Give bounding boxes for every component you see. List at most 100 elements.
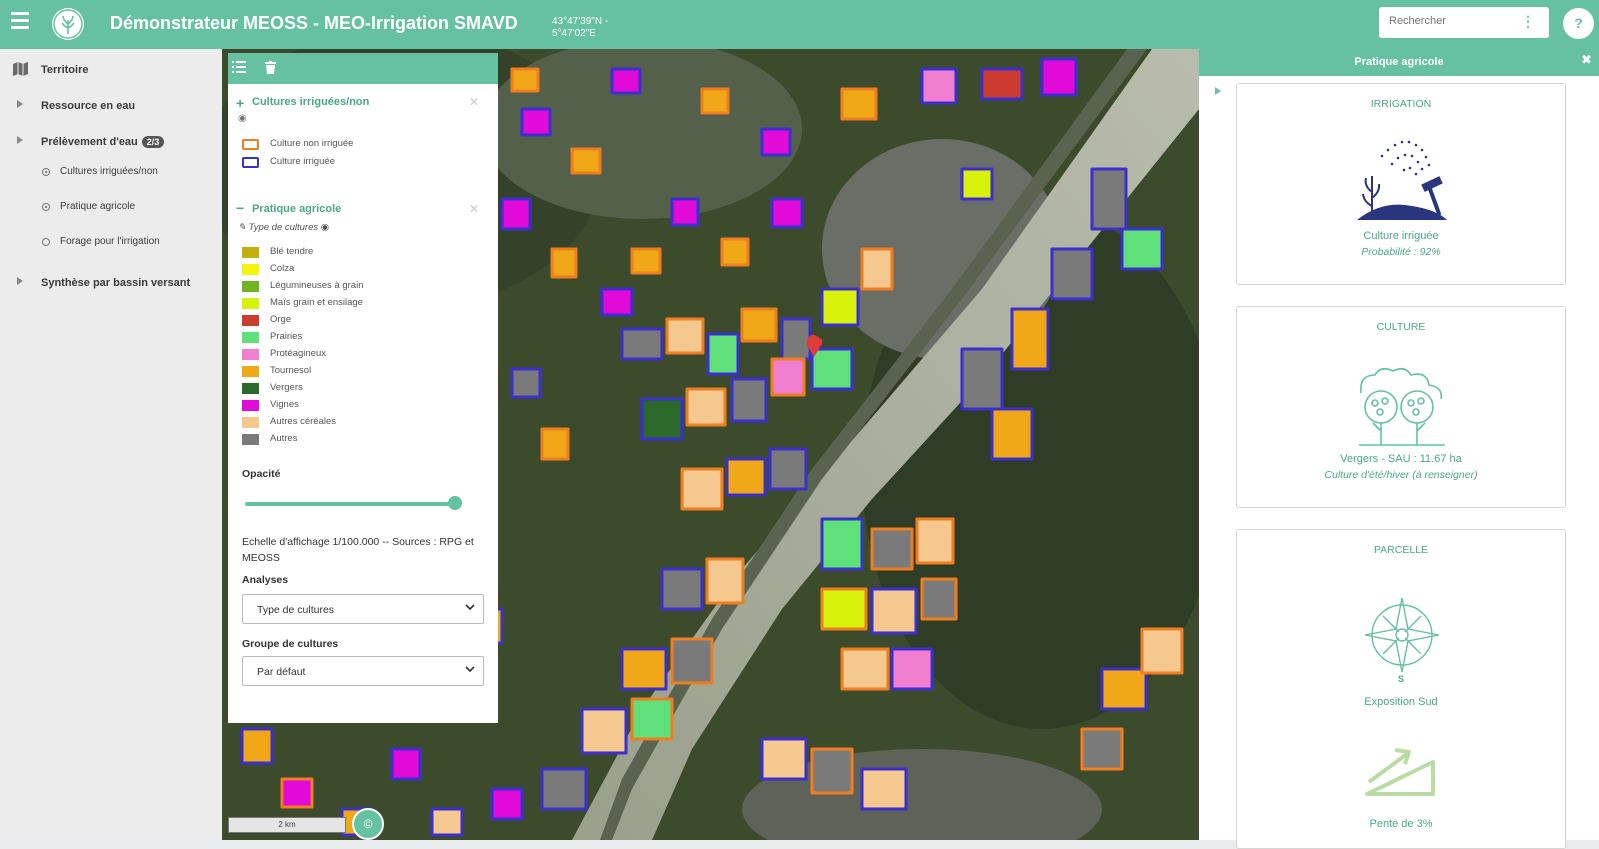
latitude-text: 43°47'39"N - [552,16,609,27]
compass-icon [1364,597,1440,673]
legend-swatch [242,383,259,394]
sidebar: Territoire Ressource en eau Prélèvement … [0,49,222,840]
legend-swatch [242,139,259,150]
sidebar-subitem-forage[interactable]: Forage pour l'irrigation [0,233,222,255]
legend-item-label: Vergers [270,382,303,393]
legend-swatch [242,417,259,428]
legend-swatch [242,366,259,377]
legend-section-collapse[interactable]: − [236,200,244,216]
card-title: IRRIGATION [1370,98,1432,110]
list-icon[interactable] [232,61,246,76]
info-panel-title: Pratique agricole [1354,56,1444,68]
sidebar-subitem-pratique-agricole[interactable]: Pratique agricole [0,198,222,220]
card-text: Exposition Sud [1364,696,1438,708]
legend-swatch [242,332,259,343]
sidebar-item-synthese[interactable]: Synthèse par bassin versant [0,268,222,298]
scale-bar: 2 km [228,817,346,833]
info-panel: Pratique agricole ✖ IRRIGATION Culture i… [1199,49,1599,849]
analyses-select-value: Type de cultures [257,604,335,616]
sidebar-item-territoire[interactable]: Territoire [0,55,222,85]
legend-swatch [242,247,259,258]
card-parcelle: PARCELLE S Exposition Sud Pente de 3% [1236,529,1566,849]
orchard-trees-icon [1359,367,1445,446]
app-header: Démonstrateur MEOSS - MEO-Irrigation SMA… [0,0,1599,49]
close-icon[interactable]: ✕ [469,202,479,216]
sidebar-subitem-label: Forage pour l'irrigation [60,236,160,247]
legend-subtitle: ✎ Type de cultures ◉ [238,222,329,233]
minus-icon: − [236,200,245,216]
longitude-text: 5°47'02"E [552,28,596,39]
sidebar-item-ressource-en-eau[interactable]: Ressource en eau [0,91,222,121]
info-panel-header: Pratique agricole ✖ [1199,49,1599,76]
card-title: CULTURE [1376,321,1426,333]
legend-toolbar [228,53,498,84]
legend-item-label: Blé tendre [270,246,314,257]
legend-item-label: Orge [270,314,292,325]
globe-icon[interactable]: ◉ [321,222,329,233]
trash-icon[interactable] [265,61,276,77]
legend-swatch [242,281,259,292]
groupe-select[interactable]: Par défaut [242,656,484,686]
close-icon[interactable]: ✕ [469,95,479,109]
legend-swatch [242,157,259,168]
legend-swatch [242,434,259,445]
legend-item-label: Culture non irriguée [270,138,354,149]
more-options-icon[interactable]: ⋮ [1521,13,1535,30]
sidebar-subitem-cultures-irriguees[interactable]: Cultures irriguées/non [0,163,222,185]
card-irrigation: IRRIGATION Culture irriguée Probabilité … [1236,83,1566,285]
sidebar-item-label: Ressource en eau [41,100,136,112]
analyses-select[interactable]: Type de cultures [242,594,484,624]
card-subtext: Culture d'été/hiver (à renseigner) [1324,469,1478,481]
copyright-button[interactable]: © [352,808,384,840]
legend-swatch [242,264,259,275]
close-icon[interactable]: ✖ [1581,52,1592,68]
app-title: Démonstrateur MEOSS - MEO-Irrigation SMA… [110,13,518,33]
legend-item-label: Prairies [270,331,303,342]
opacity-label: Opacité [242,468,281,480]
globe-icon[interactable]: ◉ [238,113,247,124]
sidebar-subitem-label: Cultures irriguées/non [60,166,158,177]
legend-panel: + Cultures irriguées/non ✕ ◉ Culture non… [228,53,498,723]
collapse-arrow-icon[interactable] [1215,87,1221,95]
card-text: Culture irriguée [1363,230,1439,242]
legend-item-label: Colza [270,263,295,274]
chevron-right-icon [17,100,23,108]
search-input[interactable] [1389,15,1519,27]
chevron-down-icon [465,602,475,615]
legend-section-expand[interactable]: + [236,95,244,111]
compass-label: S [1397,674,1404,684]
source-text: Echelle d'affichage 1/100.000 -- Sources… [242,536,474,564]
slope-icon [1365,748,1435,796]
sidebar-item-label-wrap: Prélèvement d'eau 2/3 [41,136,165,148]
map-icon [13,62,29,79]
search-box: ⋮ [1379,7,1549,38]
menu-icon[interactable] [11,12,29,30]
sidebar-subitem-label: Pratique agricole [60,201,136,212]
app-logo [52,8,84,40]
groupe-label: Groupe de cultures [242,638,339,650]
card-subtext: Probabilité : 92% [1361,246,1441,258]
chevron-right-icon [17,136,23,144]
irrigation-sprinkler-icon [1357,140,1447,220]
sidebar-item-prelevement[interactable]: Prélèvement d'eau 2/3 [0,127,222,157]
legend-item-label: Culture irriguée [270,156,335,167]
legend-item-label: Autres céréales [270,416,337,427]
legend-swatch [242,298,259,309]
card-title: PARCELLE [1373,544,1429,556]
card-text: Pente de 3% [1369,818,1433,830]
legend-swatch [242,400,259,411]
card-text: Vergers - SAU : 11.67 ha [1340,453,1462,465]
legend-item-label: Vignes [270,399,299,410]
opacity-slider-handle[interactable] [448,496,462,510]
count-badge: 2/3 [141,136,165,148]
legend-item-label: Légumineuses à grain [270,280,364,291]
groupe-select-value: Par défaut [257,666,306,678]
sidebar-item-label: Prélèvement d'eau [41,136,138,148]
help-button[interactable]: ? [1563,8,1594,39]
coordinates-readout: 43°47'39"N - 5°47'02"E [552,16,632,40]
opacity-slider-track[interactable] [245,502,453,506]
legend-item-label: Protéagineux [270,348,326,359]
legend-item-label: Autres [270,433,298,444]
radio-checked-icon [42,168,50,176]
chevron-right-icon [17,277,23,285]
